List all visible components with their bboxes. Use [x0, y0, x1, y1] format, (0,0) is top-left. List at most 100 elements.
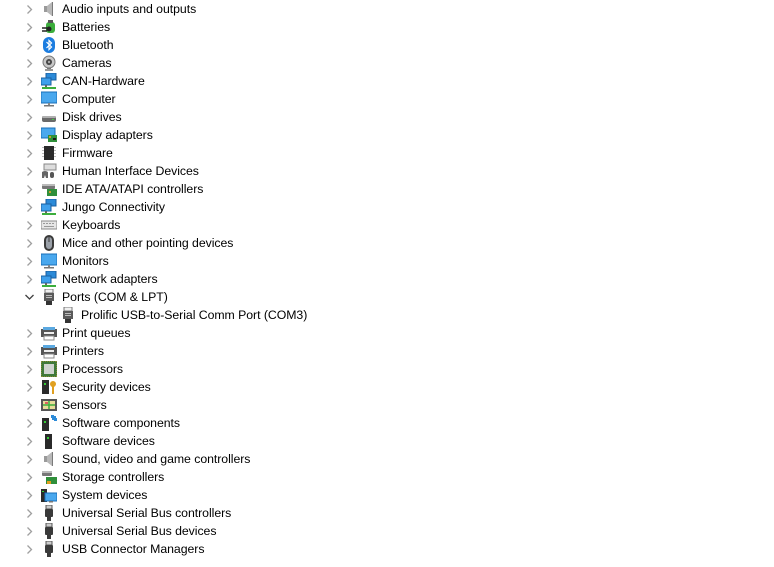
chevron-right-icon[interactable] — [24, 522, 36, 540]
tree-item-label: System devices — [62, 488, 148, 502]
battery-icon — [41, 19, 57, 35]
tree-category-item[interactable]: Security devices — [0, 378, 774, 396]
chevron-right-icon[interactable] — [24, 54, 36, 72]
tree-item-label: IDE ATA/ATAPI controllers — [62, 182, 204, 196]
monitor-icon — [40, 91, 58, 107]
storage-controller-icon — [41, 469, 57, 485]
chevron-right-icon[interactable] — [24, 198, 36, 216]
chevron-right-icon[interactable] — [24, 504, 36, 522]
chevron-right-icon[interactable] — [24, 414, 36, 432]
system-devices-icon — [41, 487, 58, 503]
chevron-right-icon[interactable] — [24, 36, 36, 54]
chevron-right-icon[interactable] — [24, 486, 36, 504]
monitor-icon — [40, 253, 58, 269]
camera-icon — [41, 55, 57, 71]
tree-item-label: Print queues — [62, 326, 131, 340]
tree-category-item[interactable]: Firmware — [0, 144, 774, 162]
tree-category-item[interactable]: Network adapters — [0, 270, 774, 288]
chevron-right-icon[interactable] — [24, 378, 36, 396]
speaker-icon — [41, 1, 57, 17]
chevron-right-icon[interactable] — [24, 180, 36, 198]
tree-item-label: USB Connector Managers — [62, 542, 205, 556]
tree-category-item[interactable]: Mice and other pointing devices — [0, 234, 774, 252]
tree-item-label: Batteries — [62, 20, 111, 34]
tree-item-label: Prolific USB-to-Serial Comm Port (COM3) — [81, 308, 308, 322]
tree-category-item[interactable]: Audio inputs and outputs — [0, 0, 774, 18]
tree-category-item[interactable]: Software components — [0, 414, 774, 432]
chevron-right-icon[interactable] — [24, 108, 36, 126]
display-adapter-icon — [40, 127, 57, 143]
tree-category-item[interactable]: Universal Serial Bus controllers — [0, 504, 774, 522]
mouse-icon — [41, 235, 57, 251]
tree-category-item[interactable]: Print queues — [0, 324, 774, 342]
chevron-right-icon[interactable] — [24, 540, 36, 558]
tree-item-label: Network adapters — [62, 272, 158, 286]
security-device-icon — [41, 379, 57, 395]
tree-category-item[interactable]: Storage controllers — [0, 468, 774, 486]
chevron-right-icon[interactable] — [24, 216, 36, 234]
chevron-right-icon[interactable] — [24, 234, 36, 252]
tree-category-item[interactable]: Jungo Connectivity — [0, 198, 774, 216]
tree-item-label: Sensors — [62, 398, 107, 412]
chevron-right-icon[interactable] — [24, 396, 36, 414]
chevron-right-icon[interactable] — [24, 72, 36, 90]
tree-item-label: Monitors — [62, 254, 109, 268]
chevron-right-icon[interactable] — [24, 144, 36, 162]
tree-item-label: Storage controllers — [62, 470, 165, 484]
tree-item-label: Universal Serial Bus controllers — [62, 506, 232, 520]
tree-item-label: CAN-Hardware — [62, 74, 145, 88]
tree-item-label: Bluetooth — [62, 38, 114, 52]
chevron-right-icon[interactable] — [24, 252, 36, 270]
chevron-right-icon[interactable] — [24, 0, 36, 18]
network-icon — [40, 198, 57, 215]
tree-item-label: Printers — [62, 344, 104, 358]
chevron-right-icon[interactable] — [24, 18, 36, 36]
tree-item-label: Jungo Connectivity — [62, 200, 165, 214]
tree-category-item[interactable]: Computer — [0, 90, 774, 108]
tree-category-item[interactable]: Cameras — [0, 54, 774, 72]
tree-category-item[interactable]: Batteries — [0, 18, 774, 36]
tree-category-item[interactable]: IDE ATA/ATAPI controllers — [0, 180, 774, 198]
chevron-right-icon[interactable] — [24, 342, 36, 360]
chevron-right-icon[interactable] — [24, 450, 36, 468]
chevron-right-icon[interactable] — [24, 90, 36, 108]
tree-category-item[interactable]: Universal Serial Bus devices — [0, 522, 774, 540]
chevron-right-icon[interactable] — [24, 324, 36, 342]
chevron-right-icon[interactable] — [24, 162, 36, 180]
chip-icon — [41, 145, 57, 161]
tree-category-item[interactable]: Human Interface Devices — [0, 162, 774, 180]
chevron-right-icon[interactable] — [24, 126, 36, 144]
tree-category-item[interactable]: Display adapters — [0, 126, 774, 144]
tree-item-label: Computer — [62, 92, 116, 106]
software-component-icon — [41, 415, 57, 431]
tree-item-label: Mice and other pointing devices — [62, 236, 234, 250]
keyboard-icon — [40, 217, 58, 233]
tree-category-item[interactable]: Processors — [0, 360, 774, 378]
tree-category-item[interactable]: Keyboards — [0, 216, 774, 234]
tree-category-item[interactable]: Disk drives — [0, 108, 774, 126]
tree-category-item[interactable]: USB Connector Managers — [0, 540, 774, 558]
chevron-right-icon[interactable] — [24, 432, 36, 450]
chevron-down-icon[interactable] — [24, 288, 36, 306]
tree-item-label: Software devices — [62, 434, 155, 448]
network-icon — [40, 270, 57, 287]
tree-item-label: Processors — [62, 362, 124, 376]
chevron-right-icon[interactable] — [24, 360, 36, 378]
tree-item-label: Cameras — [62, 56, 112, 70]
tree-category-item[interactable]: Monitors — [0, 252, 774, 270]
chevron-right-icon[interactable] — [24, 468, 36, 486]
tree-category-item[interactable]: Software devices — [0, 432, 774, 450]
tree-category-item[interactable]: System devices — [0, 486, 774, 504]
tree-item-label: Ports (COM & LPT) — [62, 290, 168, 304]
tree-category-item[interactable]: Ports (COM & LPT) — [0, 288, 774, 306]
usb-icon — [41, 504, 57, 521]
tree-category-item[interactable]: Sound, video and game controllers — [0, 450, 774, 468]
disk-drive-icon — [41, 109, 57, 125]
tree-child-item[interactable]: Prolific USB-to-Serial Comm Port (COM3) — [0, 306, 774, 324]
tree-category-item[interactable]: Bluetooth — [0, 36, 774, 54]
chevron-right-icon[interactable] — [24, 270, 36, 288]
tree-category-item[interactable]: Sensors — [0, 396, 774, 414]
tree-category-item[interactable]: CAN-Hardware — [0, 72, 774, 90]
tree-item-label: Security devices — [62, 380, 151, 394]
tree-category-item[interactable]: Printers — [0, 342, 774, 360]
